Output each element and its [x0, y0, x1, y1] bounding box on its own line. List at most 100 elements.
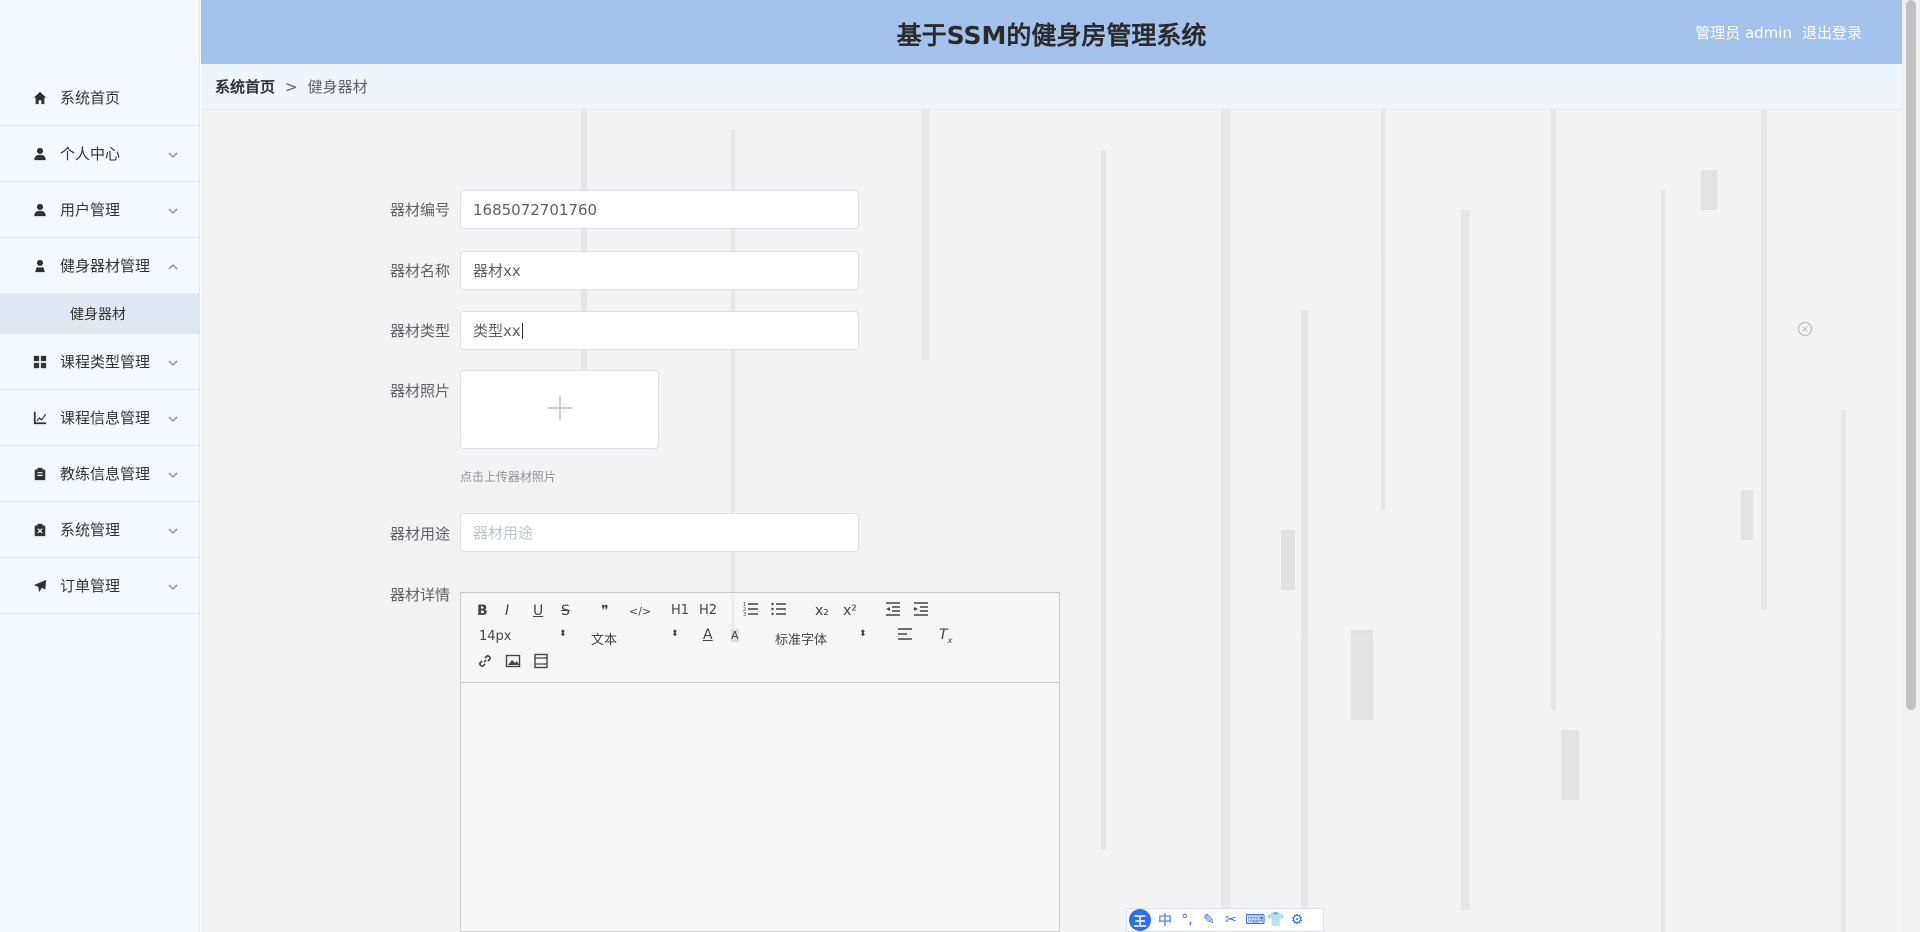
h1-button[interactable]: H1 [671, 603, 689, 618]
sidebar-item-label: 用户管理 [60, 201, 121, 219]
skin-icon[interactable]: 👕 [1267, 912, 1284, 928]
code-block-button[interactable]: </> [629, 605, 651, 618]
sidebar-item-label: 系统管理 [60, 521, 121, 539]
header-user-area: 管理员 admin 退出登录 [1695, 22, 1862, 43]
code-input[interactable]: 1685072701760 [460, 190, 859, 229]
subscript-button[interactable]: x₂ [815, 603, 829, 619]
code-label-main: 器材编号 [389, 201, 450, 219]
scissors-icon[interactable]: ✂ [1223, 912, 1239, 928]
sidebar-item-courses[interactable]: 课程信息管理 [0, 390, 200, 446]
ime-logo-icon[interactable]: 王 [1129, 909, 1151, 931]
photo-label: 器材照片 [389, 382, 450, 400]
select-arrows-icon: ⬍ [859, 629, 867, 639]
upload-tip: 点击上传器材照片 [460, 470, 557, 484]
superscript-button[interactable]: x² [843, 603, 857, 619]
sidebar-item-course-types[interactable]: 课程类型管理 [0, 334, 200, 390]
send-icon [32, 578, 48, 594]
blockquote-button[interactable]: ❞ [601, 603, 609, 619]
clear-format-icon[interactable]: Tx [939, 627, 952, 645]
sidebar-item-equipment[interactable]: 健身器材管理 [0, 238, 200, 294]
chevron-up-icon [168, 258, 178, 270]
underline-button[interactable]: U [533, 603, 543, 619]
chevron-down-icon [168, 202, 178, 215]
font-size-select[interactable]: 14px ⬍ [479, 629, 567, 644]
breadcrumb-separator: > [285, 77, 298, 96]
clipboard-icon [32, 466, 48, 482]
font-color-icon[interactable]: A [703, 627, 713, 643]
type-input-value: 类型xx [473, 322, 521, 340]
font-family-select[interactable]: 标准字体 ⬍ [775, 629, 867, 648]
close-icon[interactable]: × [1798, 322, 1812, 336]
keyboard-icon[interactable]: ⌨ [1245, 912, 1265, 928]
page-scrollbar[interactable] [1902, 0, 1920, 932]
h2-button[interactable]: H2 [699, 603, 717, 618]
ordered-list-icon[interactable]: 123 [743, 601, 759, 621]
outdent-icon[interactable] [885, 601, 901, 621]
breadcrumb: 系统首页 > 健身器材 [201, 64, 1902, 110]
text-cursor [521, 322, 523, 339]
sidebar-item-label: 订单管理 [60, 577, 121, 595]
sidebar-item-label: 教练信息管理 [60, 465, 151, 483]
bold-button[interactable]: B [477, 603, 488, 619]
breadcrumb-home[interactable]: 系统首页 [215, 76, 275, 97]
italic-button[interactable]: I [505, 603, 509, 619]
clipboard-x-icon [32, 522, 48, 538]
sidebar-menu: 系统首页 个人中心 用户管理 健身器材管理 健身器材 课程类型管理 课程信息管理 [0, 70, 200, 614]
chevron-down-icon [168, 354, 178, 367]
type-label: 器材类型 [389, 322, 450, 340]
ime-lang-toggle[interactable]: 中 [1157, 910, 1173, 930]
sidebar-item-label: 个人中心 [60, 145, 121, 163]
logout-link[interactable]: 退出登录 [1802, 22, 1862, 43]
sidebar-item-orders[interactable]: 订单管理 [0, 558, 200, 614]
usage-label: 器材用途 [389, 525, 450, 543]
background-color-icon[interactable]: A [731, 629, 739, 642]
type-input[interactable]: 类型xx [460, 311, 859, 350]
user-icon [32, 258, 48, 274]
user-icon [32, 146, 48, 162]
sidebar-item-coaches[interactable]: 教练信息管理 [0, 446, 200, 502]
sidebar-item-personal[interactable]: 个人中心 [0, 126, 200, 182]
settings-icon[interactable]: ⚙ [1289, 912, 1305, 928]
sidebar-item-label: 课程类型管理 [60, 353, 151, 371]
pen-icon[interactable]: ✎ [1201, 912, 1217, 928]
indent-icon[interactable] [913, 601, 929, 621]
editor-body[interactable] [461, 683, 1059, 931]
code-input-value: 1685072701760 [473, 200, 598, 219]
home-icon [32, 90, 48, 106]
name-input[interactable]: 器材xx [460, 251, 859, 290]
chevron-down-icon [168, 146, 178, 159]
image-icon[interactable] [505, 653, 521, 673]
sidebar-item-label: 课程信息管理 [60, 409, 151, 427]
sidebar: 系统首页 个人中心 用户管理 健身器材管理 健身器材 课程类型管理 课程信息管理 [0, 0, 200, 932]
sidebar-subitem-equipment[interactable]: 健身器材 [0, 294, 200, 334]
ime-toolbar: 王 中 °, ✎ ✂ ⌨ 👕 ⚙ [1126, 908, 1324, 932]
photo-upload[interactable] [460, 370, 659, 449]
name-input-value: 器材xx [473, 262, 521, 280]
plus-icon [546, 394, 574, 426]
align-icon[interactable] [897, 627, 913, 645]
strike-button[interactable]: S [561, 603, 570, 619]
scrollbar-thumb[interactable] [1906, 0, 1916, 710]
sidebar-item-users[interactable]: 用户管理 [0, 182, 200, 238]
detail-label: 器材详情 [389, 586, 450, 604]
usage-input[interactable]: 器材用途 [460, 513, 859, 552]
chevron-down-icon [168, 410, 178, 423]
video-icon[interactable] [533, 653, 549, 673]
svg-text:3: 3 [743, 612, 746, 617]
sidebar-item-system[interactable]: 系统管理 [0, 502, 200, 558]
font-size-value: 14px [479, 629, 512, 644]
punctuation-icon[interactable]: °, [1179, 912, 1195, 928]
breadcrumb-current: 健身器材 [307, 78, 368, 96]
chevron-down-icon [168, 578, 178, 591]
sidebar-item-label: 系统首页 [60, 89, 121, 107]
user-label: 管理员 admin [1695, 24, 1792, 42]
header-select[interactable]: 文本 ⬍ [591, 629, 679, 648]
sidebar-subitem-label: 健身器材 [70, 306, 126, 323]
chart-icon [32, 410, 48, 426]
bullet-list-icon[interactable] [771, 601, 787, 621]
link-icon[interactable] [477, 653, 493, 673]
select-arrows-icon: ⬍ [559, 629, 567, 639]
sidebar-item-home[interactable]: 系统首页 [0, 70, 200, 126]
grid-icon [32, 354, 48, 370]
rich-text-editor: B I U S ❞ </> H1 H2 123 x₂ x² 14px ⬍ 文本 ⬍ … [460, 592, 1060, 932]
